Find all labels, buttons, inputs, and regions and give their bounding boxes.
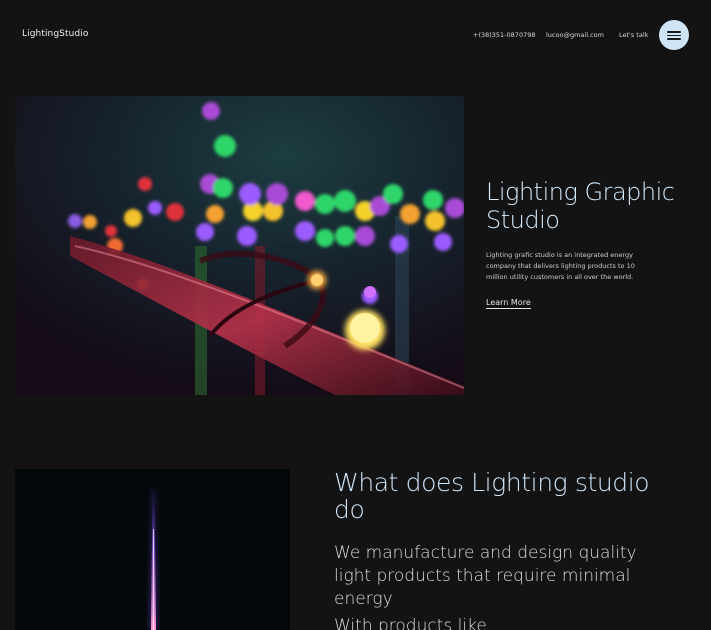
section-description: We manufacture and design quality light … [334,543,637,609]
section-continued-text: With products like [334,616,487,630]
hero-image [15,96,464,395]
site-logo[interactable]: LightingStudio [22,29,88,39]
hero-description: Lighting grafic studio is an integrated … [486,251,635,281]
site-header: LightingStudio +(38)351-0870798 lucoo@gm… [0,0,711,70]
menu-button[interactable] [659,20,689,50]
lets-talk-link[interactable]: Let's talk [619,31,648,39]
neon-light-image [15,469,290,630]
hero-title: Lighting Graphic Studio [486,178,675,234]
email-link[interactable]: lucoo@gmail.com [546,31,604,39]
phone-link[interactable]: +(38)351-0870798 [473,31,536,39]
learn-more-link[interactable]: Learn More [486,298,531,309]
section-title: What does Lighting studio do [334,468,650,524]
